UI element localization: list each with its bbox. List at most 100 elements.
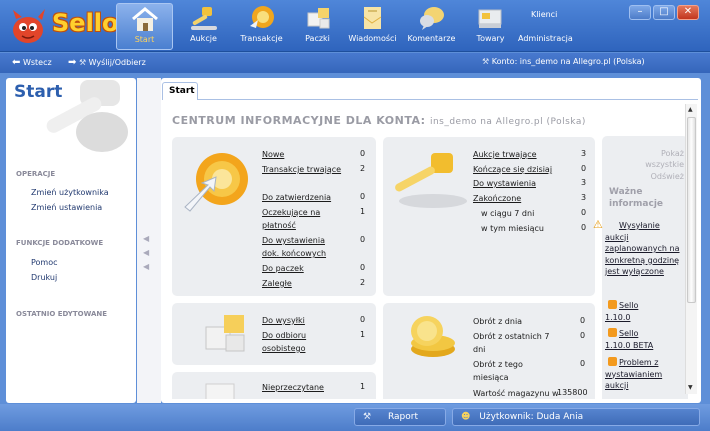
news-item-wysylanie[interactable]: ⚠ Wysyłanie aukcji zaplanowanych na konk… — [593, 219, 685, 278]
transactions-trwajace-value: 2 — [360, 164, 366, 173]
account-indicator[interactable]: ⚒ Konto: ins_demo na Allegro.pl (Polska) — [482, 57, 645, 66]
nav-klienci[interactable]: Klienci — [531, 10, 557, 19]
heading-account: ins_demo na Allegro.pl (Polska) — [429, 117, 586, 127]
sidebar-link-drukuj[interactable]: Drukuj — [31, 273, 57, 282]
package-large-icon — [205, 315, 245, 352]
auctions-trwajace-value: 3 — [581, 149, 587, 158]
back-button[interactable]: ⬅ Wstecz — [12, 57, 52, 68]
show-all-link[interactable]: Pokaż wszystkie — [644, 148, 684, 170]
auctions-konczace-value: 0 — [581, 164, 587, 173]
auctions-do-wystawienia-link[interactable]: Do wystawienia — [473, 177, 536, 190]
nav-wiadomosci-label: Wiadomości — [348, 34, 397, 43]
nav-paczki[interactable]: Paczki — [289, 3, 346, 50]
maximize-button[interactable]: □ — [653, 5, 675, 20]
top-toolbar: Sello Start Aukcje Transakcje Paczki Wia… — [0, 0, 710, 52]
packages-do-wysylki-link[interactable]: Do wysyłki — [262, 314, 305, 327]
gavel-small-icon: ⚒ — [78, 58, 87, 67]
nav-aukcje[interactable]: Aukcje — [175, 3, 232, 50]
transactions-dok-koncowe-link[interactable]: Do wystawienia dok. końcowych — [262, 234, 342, 260]
turnover-dzien-value: 0 — [580, 316, 586, 325]
sidebar-link-zmien-ustawienia[interactable]: Zmień ustawienia — [31, 203, 102, 212]
messages-nieprzeczytane-link[interactable]: Nieprzeczytane — [262, 381, 324, 394]
auctions-miesiac-value: 0 — [581, 223, 587, 232]
arrow-left-icon: ⬅ — [12, 57, 21, 68]
auction-gavel-icon — [395, 153, 467, 208]
scroll-down-icon[interactable]: ▼ — [688, 384, 693, 391]
transactions-do-paczek-link[interactable]: Do paczek — [262, 262, 304, 275]
turnover-7dni-value: 0 — [580, 331, 586, 340]
collapse-arrow-icon: ◀ — [143, 262, 150, 271]
turnover-dzien-label: Obrót z dnia — [473, 317, 523, 326]
important-info-panel: Pokaż wszystkie Odśwież Ważne informacje… — [593, 136, 688, 399]
auctions-do-wystawienia-value: 3 — [581, 178, 587, 187]
nav-komentarze[interactable]: Komentarze — [403, 3, 460, 50]
transactions-oczekujace-link[interactable]: Oczekujące na płatność — [262, 206, 342, 232]
auctions-trwajace-link[interactable]: Aukcje trwające — [473, 148, 537, 161]
sidebar-link-zmien-uzytkownika[interactable]: Zmień użytkownika — [31, 188, 109, 197]
auctions-7dni-label: w ciągu 7 dni — [481, 209, 535, 218]
packages-do-wysylki-value: 0 — [360, 315, 366, 324]
mascot-icon — [13, 9, 45, 43]
packages-odbior-link[interactable]: Do odbioru osobistego — [262, 329, 320, 355]
turnover-panel: Obrót z dnia 0 Obrót z ostatnich 7 dni 0… — [383, 303, 595, 399]
news-item-sello-beta[interactable]: Sello 1.10.0 BETA — [605, 328, 661, 351]
sidebar-link-pomoc[interactable]: Pomoc — [31, 258, 58, 267]
close-button[interactable]: ✕ — [677, 5, 699, 20]
report-button[interactable]: ⚒ Raport — [354, 408, 446, 426]
turnover-magazyn-value: 135800 — [557, 388, 588, 397]
auctions-zakonczone-link[interactable]: Zakończone — [473, 192, 521, 205]
sidebar-collapse-gutter[interactable]: ◀ ◀ ◀ — [137, 78, 161, 403]
auctions-konczace-link[interactable]: Kończące się dzisiaj — [473, 163, 552, 176]
transactions-trwajace-link[interactable]: Transakcje trwające — [262, 163, 342, 176]
goods-icon — [478, 9, 501, 28]
nav-wiadomosci[interactable]: Wiadomości — [344, 3, 401, 50]
transactions-nowe-link[interactable]: Nowe — [262, 148, 284, 161]
nav-administracja[interactable]: Administracja — [518, 34, 573, 43]
transaction-large-icon — [184, 153, 248, 212]
arrow-right-icon: ➡ — [68, 57, 77, 68]
sidebar-section-operacje: OPERACJE — [16, 170, 56, 178]
turnover-miesiac-value: 0 — [580, 359, 586, 368]
transactions-zalegle-link[interactable]: Zaległe — [262, 277, 292, 290]
vertical-scrollbar[interactable]: ▲ ▼ — [685, 104, 697, 394]
account-gavel-icon: ⚒ — [482, 57, 490, 66]
transactions-oczekujace-value: 1 — [360, 207, 366, 216]
transactions-do-paczek-value: 0 — [360, 263, 366, 272]
turnover-miesiac-label: Obrót z tego miesiąca — [473, 360, 523, 382]
nav-towary[interactable]: Towary — [462, 3, 519, 50]
nav-towary-label: Towary — [476, 34, 505, 43]
turnover-magazyn-label: Wartość magazynu w — [473, 389, 559, 398]
report-icon: ⚒ — [363, 412, 372, 422]
sidebar-section-ostatnio: OSTATNIO EDYTOWANE — [16, 310, 108, 318]
messages-panel: Nieprzeczytane 1 — [172, 372, 376, 399]
coins-icon — [411, 316, 455, 357]
collapse-arrow-icon: ◀ — [143, 234, 150, 243]
logo-text: Sello — [52, 9, 119, 37]
collapse-arrow-icon: ◀ — [143, 248, 150, 257]
tab-start[interactable]: Start — [162, 82, 198, 100]
heading-text: CENTRUM INFORMACYJNE DLA KONTA: — [172, 114, 426, 127]
minimize-button[interactable]: – — [629, 5, 651, 20]
scroll-thumb[interactable] — [687, 117, 696, 303]
transactions-do-zatwierdzenia-link[interactable]: Do zatwierdzenia — [262, 191, 331, 204]
news-item-sello-1100[interactable]: Sello 1.10.0 — [605, 300, 651, 323]
refresh-link[interactable]: Odśwież — [651, 172, 684, 181]
nav-start[interactable]: Start — [116, 3, 173, 50]
news-item-problem[interactable]: Problem z wystawianiem aukcji — [605, 357, 685, 392]
comments-icon — [419, 7, 444, 30]
nav-transakcje[interactable]: Transakcje — [233, 3, 290, 50]
transactions-dok-koncowe-value: 0 — [360, 235, 366, 244]
send-receive-button[interactable]: ➡ ⚒ Wyślij/Odbierz — [68, 57, 146, 68]
packages-odbior-value: 1 — [360, 330, 366, 339]
auctions-zakonczone-value: 3 — [581, 193, 587, 202]
app-window: Sello Start Aukcje Transakcje Paczki Wia… — [0, 0, 710, 431]
nav-paczki-label: Paczki — [305, 34, 330, 43]
auctions-panel: Aukcje trwające 3 Kończące się dzisiaj 0… — [383, 137, 595, 296]
news-wysylanie-text: Wysyłanie aukcji zaplanowanych na konkre… — [605, 221, 680, 276]
user-indicator[interactable]: ☻ Użytkownik: Duda Ania — [452, 408, 700, 426]
scroll-up-icon[interactable]: ▲ — [688, 106, 693, 113]
rss-icon — [608, 300, 617, 309]
nav-transakcje-label: Transakcje — [240, 34, 283, 43]
rss-icon — [608, 328, 617, 337]
messages-nieprzeczytane-value: 1 — [360, 382, 366, 391]
